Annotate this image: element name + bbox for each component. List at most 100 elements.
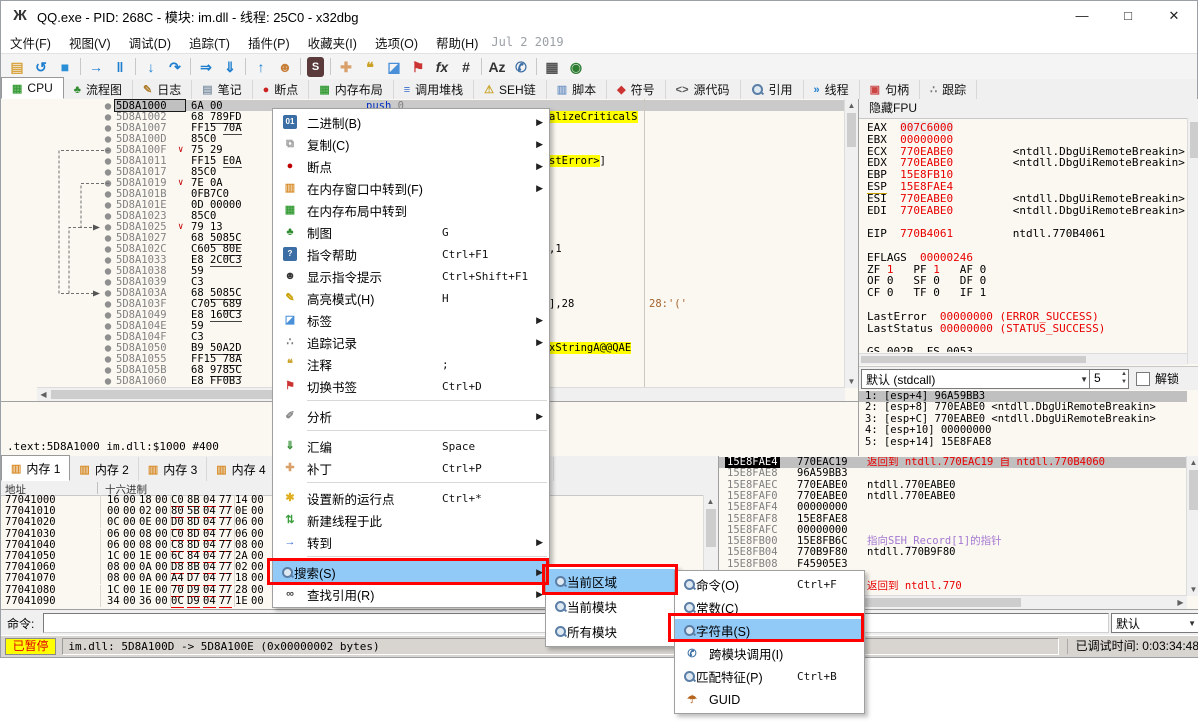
stack-row[interactable]: 15E8FAE4770EAC19返回到 ntdll.770EAC19 自 ntd…	[719, 457, 1187, 468]
bookmarks-icon[interactable]: ⚑	[406, 57, 430, 77]
step-into-icon[interactable]: ↓	[139, 57, 163, 77]
argument-row[interactable]: 5: [esp+14] 15E8FAE8	[859, 437, 1187, 448]
menu-item-断点[interactable]: ●断点▶	[273, 155, 549, 177]
menu-item-当前模块[interactable]: 当前模块▶	[546, 594, 677, 619]
stack-row[interactable]: 15E8FAF815E8FAE8	[719, 514, 1187, 525]
menu-item-制图[interactable]: ♣制图G	[273, 221, 549, 243]
menu-item-在内存布局中转到[interactable]: ▦在内存布局中转到	[273, 199, 549, 221]
dump-tab-内存 4[interactable]: ▥内存 4	[207, 457, 275, 481]
stack-row[interactable]: 15E8FB04770B9F80ntdll.770B9F80	[719, 547, 1187, 558]
menu-item-注释[interactable]: ❝注释;	[273, 353, 549, 375]
registers-horizontal-scrollbar[interactable]	[859, 353, 1187, 365]
stop-icon[interactable]: ■	[53, 57, 77, 77]
minimize-button[interactable]: —	[1059, 1, 1105, 31]
menu-item-字符串(S)[interactable]: 字符串(S)	[675, 619, 864, 642]
strings-icon[interactable]: Az	[485, 57, 509, 77]
tab-句柄[interactable]: ▣句柄	[860, 80, 920, 99]
tab-源代码[interactable]: <>源代码	[666, 80, 741, 99]
menu-item-查找引用(R)[interactable]: ∞查找引用(R)▶	[273, 583, 549, 605]
menu-item-匹配特征(P)[interactable]: 匹配特征(P)Ctrl+B	[675, 665, 864, 688]
maximize-button[interactable]: □	[1105, 1, 1151, 31]
restart-icon[interactable]: ↺	[29, 57, 53, 77]
stack-row[interactable]: 15E8FB08F45905E3	[719, 559, 1187, 570]
registers-list[interactable]: EAX 007C6000EBX 00000000ECX 770EABE0 <nt…	[859, 118, 1187, 352]
menu-item-复制(C)[interactable]: ⧉复制(C)▶	[273, 133, 549, 155]
tab-笔记[interactable]: ▤笔记	[192, 80, 252, 99]
close-button[interactable]: ✕	[1151, 1, 1197, 31]
stack-vertical-scrollbar[interactable]: ▲ ▼	[1186, 456, 1198, 596]
tab-内存布局[interactable]: ▦内存布局	[309, 80, 393, 99]
checkbox-box[interactable]	[1136, 372, 1150, 386]
step-out-icon[interactable]: ⇓	[218, 57, 242, 77]
tab-流程图[interactable]: ♣流程图	[64, 80, 133, 99]
arguments-list[interactable]: 1: [esp+4] 96A59BB32: [esp+8] 770EABE0 <…	[859, 390, 1198, 450]
module-calls-icon[interactable]: ✆	[509, 57, 533, 77]
execute-till-return-icon[interactable]: ⇒	[194, 57, 218, 77]
tab-跟踪[interactable]: ∴跟踪	[920, 80, 977, 99]
registers-vertical-scrollbar[interactable]	[1187, 118, 1198, 364]
command-profile-dropdown[interactable]: 默认▼	[1111, 613, 1198, 633]
disasm-vertical-scrollbar[interactable]: ▲ ▼	[844, 99, 858, 388]
menu-item-指令帮助[interactable]: ?指令帮助Ctrl+F1	[273, 243, 549, 265]
tab-断点[interactable]: ●断点	[253, 80, 310, 99]
menubar-item[interactable]: 选项(O)	[366, 33, 427, 52]
open-file-icon[interactable]: ▤	[5, 57, 29, 77]
menu-item-常数(C)[interactable]: 常数(C)	[675, 596, 864, 619]
menubar-item[interactable]: 帮助(H)	[427, 33, 487, 52]
menu-item-转到[interactable]: →转到▶	[273, 531, 549, 553]
tab-引用[interactable]: 引用	[741, 80, 804, 99]
menu-item-所有模块[interactable]: 所有模块▶	[546, 619, 677, 644]
hide-fpu-button[interactable]: 隐藏FPU	[859, 99, 1198, 119]
menu-item-补丁[interactable]: ✚补丁Ctrl+P	[273, 457, 549, 479]
dump-tab-内存 2[interactable]: ▥内存 2	[70, 457, 138, 481]
run-to-user-icon[interactable]: ↑	[249, 57, 273, 77]
menu-item-二进制(B)[interactable]: 01二进制(B)▶	[273, 111, 549, 133]
labels-icon[interactable]: ◪	[382, 57, 406, 77]
menu-item-追踪记录[interactable]: ∴追踪记录▶	[273, 331, 549, 353]
stack-row[interactable]: 15E8FAF400000000	[719, 502, 1187, 513]
tab-线程[interactable]: »线程	[804, 80, 860, 99]
menu-item-跨模块调用(I)[interactable]: ✆跨模块调用(I)	[675, 642, 864, 665]
stack-row[interactable]: 15E8FAF0770EABE0ntdll.770EABE0	[719, 491, 1187, 502]
menu-item-切换书签[interactable]: ⚑切换书签Ctrl+D	[273, 375, 549, 397]
attach-icon[interactable]: ☻	[273, 57, 297, 77]
step-over-icon[interactable]: ↷	[163, 57, 187, 77]
tab-CPU[interactable]: ▦CPU	[1, 77, 64, 99]
menu-item-显示指令提示[interactable]: ☻显示指令提示Ctrl+Shift+F1	[273, 265, 549, 287]
functions-icon[interactable]: fx	[430, 57, 454, 77]
comments-icon[interactable]: ❝	[358, 57, 382, 77]
menu-item-设置新的运行点[interactable]: ✱设置新的运行点Ctrl+*	[273, 487, 549, 509]
menubar-item[interactable]: 文件(F)	[1, 33, 60, 52]
pause-icon[interactable]: ‖	[108, 57, 132, 77]
tab-符号[interactable]: ◆符号	[607, 80, 665, 99]
tab-SEH链[interactable]: ⚠SEH链	[474, 80, 547, 99]
menu-item-分析[interactable]: ✐分析▶	[273, 405, 549, 427]
menubar-item[interactable]: 调试(D)	[120, 33, 180, 52]
globe-icon[interactable]: ◉	[564, 57, 588, 77]
menu-item-新建线程于此[interactable]: ⇅新建线程于此	[273, 509, 549, 531]
menubar-item[interactable]: 追踪(T)	[180, 33, 239, 52]
menubar-item[interactable]: 视图(V)	[60, 33, 120, 52]
argument-row[interactable]: 4: [esp+10] 00000000	[859, 425, 1187, 436]
run-icon[interactable]: →	[84, 57, 108, 77]
menubar-item[interactable]: 收藏夹(I)	[299, 33, 366, 52]
tab-日志[interactable]: ✎日志	[133, 80, 192, 99]
menu-item-当前区域[interactable]: 当前区域▶	[546, 569, 677, 594]
calculator-icon[interactable]: ▦	[540, 57, 564, 77]
menu-item-高亮模式(H)[interactable]: ✎高亮模式(H)H	[273, 287, 549, 309]
registers-panel[interactable]: 隐藏FPU EAX 007C6000EBX 00000000ECX 770EAB…	[858, 99, 1198, 456]
menu-item-在内存窗口中转到(F)[interactable]: ▥在内存窗口中转到(F)▶	[273, 177, 549, 199]
menu-item-汇编[interactable]: ⇓汇编Space	[273, 435, 549, 457]
dump-tab-内存 3[interactable]: ▥内存 3	[139, 457, 207, 481]
hash-icon[interactable]: #	[454, 57, 478, 77]
dump-tab-内存 1[interactable]: ▥内存 1	[1, 455, 70, 481]
unlock-checkbox[interactable]: 解锁	[1136, 370, 1179, 387]
calling-convention-dropdown[interactable]: 默认 (stdcall)▼	[861, 369, 1093, 389]
menu-item-命令(O)[interactable]: 命令(O)Ctrl+F	[675, 573, 864, 596]
menubar-item[interactable]: 插件(P)	[239, 33, 299, 52]
tab-脚本[interactable]: ▥脚本	[547, 80, 607, 99]
patch-icon[interactable]: ✚	[334, 57, 358, 77]
menu-item-GUID[interactable]: ☂GUID	[675, 688, 864, 711]
seh-chain-icon[interactable]: S	[307, 57, 324, 77]
tab-调用堆栈[interactable]: ≡调用堆栈	[394, 80, 474, 99]
